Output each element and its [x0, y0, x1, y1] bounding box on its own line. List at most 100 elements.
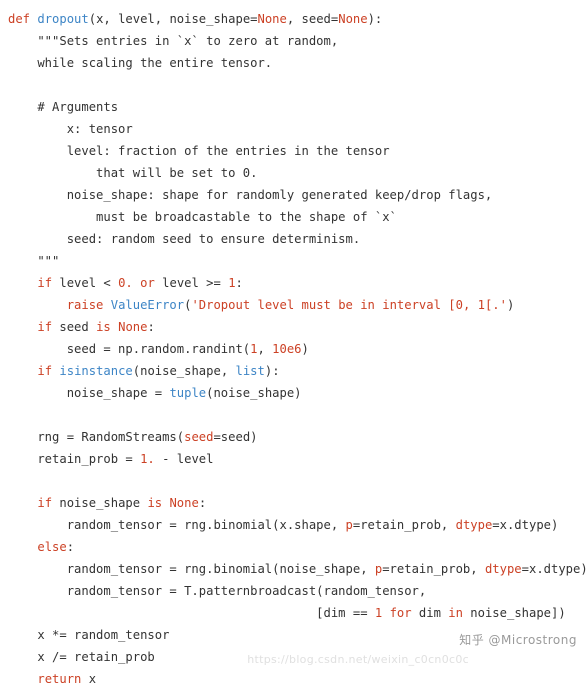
code-token: :: [235, 276, 243, 290]
code-token: ,: [257, 342, 273, 356]
code-line: noise_shape = tuple(noise_shape): [0, 382, 587, 404]
code-line: random_tensor = T.patternbroadcast(rando…: [0, 580, 587, 602]
code-token: x: [81, 672, 97, 686]
code-line: retain_prob = 1. - level: [0, 448, 587, 470]
code-token: ValueError: [110, 298, 185, 312]
code-token: must be broadcastable to the shape of `x…: [8, 210, 397, 224]
watermark-csdn: https://blog.csdn.net/weixin_c0cn0c0c: [247, 653, 469, 666]
code-token: # Arguments: [8, 100, 119, 114]
code-token: =seed): [213, 430, 258, 444]
code-token: ): [506, 298, 515, 312]
code-token: def: [8, 12, 38, 26]
code-token: while scaling the entire tensor.: [8, 56, 273, 70]
code-token: =x.dtype): [521, 562, 587, 576]
code-token: dtype: [484, 562, 522, 576]
code-token: if: [37, 320, 53, 334]
code-line: else:: [0, 536, 587, 558]
code-token: , seed=: [286, 12, 339, 26]
code-token: that will be set to 0.: [8, 166, 258, 180]
code-line: return x: [0, 668, 587, 690]
code-token: tuple: [169, 386, 207, 400]
code-line: rng = RandomStreams(seed=seed): [0, 426, 587, 448]
code-token: 1: [228, 276, 236, 290]
code-line: # Arguments: [0, 96, 587, 118]
code-token: if: [37, 276, 53, 290]
code-token: noise_shape: [52, 496, 148, 510]
code-token: (noise_shape): [206, 386, 302, 400]
code-token: p: [345, 518, 353, 532]
code-token: =x.dtype): [492, 518, 559, 532]
code-token: seed = np.random.randint(: [8, 342, 251, 356]
code-token: """Sets entries in `x` to zero at random…: [8, 34, 339, 48]
code-line: raise ValueError('Dropout level must be …: [0, 294, 587, 316]
code-token: in: [448, 606, 463, 620]
code-token: rng = RandomStreams(: [8, 430, 185, 444]
code-token: None: [338, 12, 368, 26]
code-line: """: [0, 250, 587, 272]
code-token: x *= random_tensor: [8, 628, 170, 642]
code-token: 1.: [140, 452, 155, 466]
code-line: that will be set to 0.: [0, 162, 587, 184]
code-token: =retain_prob,: [382, 562, 485, 576]
code-line: if seed is None:: [0, 316, 587, 338]
code-token: isinstance: [59, 364, 133, 378]
code-token: is: [147, 496, 163, 510]
code-token: else: [37, 540, 67, 554]
code-token: or: [140, 276, 155, 290]
code-token: seed: [52, 320, 97, 334]
code-token: noise_shape]): [462, 606, 566, 620]
code-token: """: [8, 254, 60, 268]
code-token: ):: [367, 12, 383, 26]
code-line: must be broadcastable to the shape of `x…: [0, 206, 587, 228]
code-token: dtype: [455, 518, 493, 532]
code-token: (noise_shape,: [132, 364, 236, 378]
code-token: :: [147, 320, 155, 334]
code-token: None: [118, 320, 148, 334]
code-token: :: [198, 496, 207, 510]
code-token: return: [37, 672, 82, 686]
code-token: raise: [66, 298, 104, 312]
code-line: if noise_shape is None:: [0, 492, 587, 514]
code-line: def dropout(x, level, noise_shape=None, …: [0, 8, 587, 30]
code-token: level <: [52, 276, 119, 290]
code-token: None: [257, 12, 287, 26]
code-token: 0.: [118, 276, 133, 290]
code-line: x: tensor: [0, 118, 587, 140]
code-token: None: [169, 496, 199, 510]
code-line: [dim == 1 for dim in noise_shape]): [0, 602, 587, 624]
code-token: retain_prob =: [8, 452, 141, 466]
code-token: x: tensor: [8, 122, 133, 136]
code-token: random_tensor = rng.binomial(x.shape,: [8, 518, 346, 532]
code-token: 10e6: [272, 342, 302, 356]
code-token: =retain_prob,: [352, 518, 456, 532]
code-token: (x, level, noise_shape=: [88, 12, 258, 26]
code-token: noise_shape =: [8, 386, 170, 400]
code-token: x /= retain_prob: [8, 650, 155, 664]
code-token: if: [37, 496, 53, 510]
code-line: """Sets entries in `x` to zero at random…: [0, 30, 587, 52]
code-token: seed: random seed to ensure determinism.: [8, 232, 361, 246]
code-line: seed: random seed to ensure determinism.: [0, 228, 587, 250]
code-line: random_tensor = rng.binomial(x.shape, p=…: [0, 514, 587, 536]
code-line: seed = np.random.randint(1, 10e6): [0, 338, 587, 360]
code-line: random_tensor = rng.binomial(noise_shape…: [0, 558, 587, 580]
code-token: dropout: [37, 12, 89, 26]
code-token: - level: [154, 452, 214, 466]
code-token: if: [37, 364, 53, 378]
code-line: noise_shape: shape for randomly generate…: [0, 184, 587, 206]
code-line: while scaling the entire tensor.: [0, 52, 587, 74]
code-token: level >=: [154, 276, 229, 290]
code-token: ):: [264, 364, 280, 378]
code-token: :: [66, 540, 75, 554]
code-line: if level < 0. or level >= 1:: [0, 272, 587, 294]
